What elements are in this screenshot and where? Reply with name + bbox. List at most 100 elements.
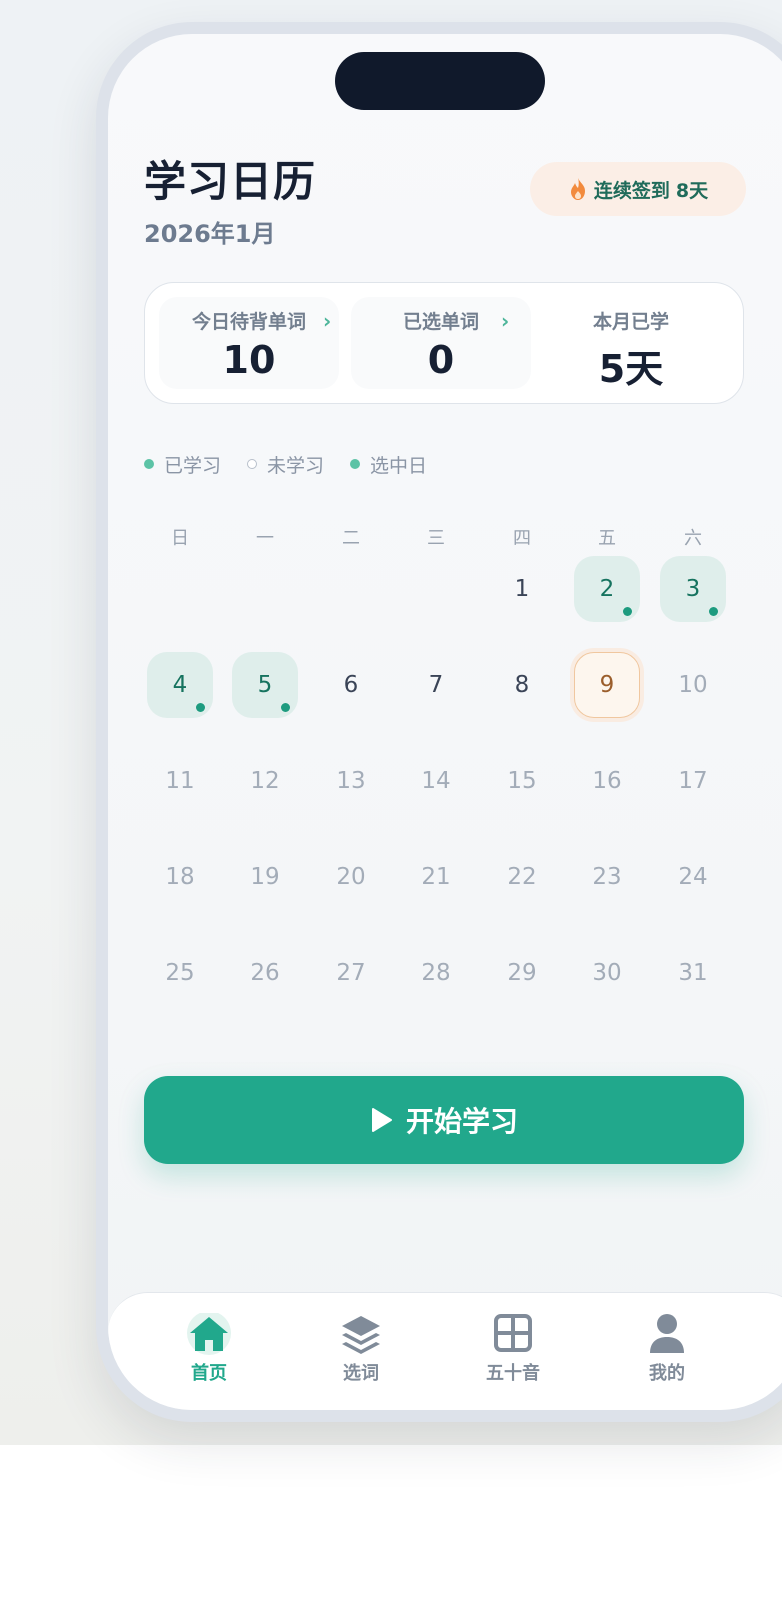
calendar-day-19[interactable]: 19 bbox=[232, 844, 298, 910]
calendar-day-22[interactable]: 22 bbox=[489, 844, 555, 910]
calendar-day-21[interactable]: 21 bbox=[403, 844, 469, 910]
calendar-day-24[interactable]: 24 bbox=[660, 844, 726, 910]
legend-label: 选中日 bbox=[370, 454, 428, 477]
day-number: 30 bbox=[592, 960, 622, 986]
tab-home[interactable]: 首页 bbox=[154, 1313, 264, 1385]
tab-label: 我的 bbox=[649, 1363, 685, 1384]
studied-dot-icon bbox=[196, 703, 205, 712]
page-title: 学习日历 bbox=[144, 157, 317, 206]
calendar-day-14[interactable]: 14 bbox=[403, 748, 469, 814]
calendar-day-10[interactable]: 10 bbox=[660, 652, 726, 718]
calendar-day-13[interactable]: 13 bbox=[318, 748, 384, 814]
phone-frame: 学习日历 2026年1月 连续签到 8天 今日待背单词 10 › 已选单词 0 … bbox=[96, 22, 782, 1422]
day-number: 20 bbox=[336, 864, 366, 890]
play-icon bbox=[371, 1108, 392, 1132]
tab-label: 五十音 bbox=[486, 1363, 540, 1384]
day-number: 13 bbox=[336, 768, 366, 794]
calendar-day-5[interactable]: 5 bbox=[232, 652, 298, 718]
weekday-label: 一 bbox=[256, 528, 274, 549]
calendar-day-11[interactable]: 11 bbox=[147, 748, 213, 814]
day-number: 1 bbox=[514, 576, 530, 602]
calendar-day-25[interactable]: 25 bbox=[147, 940, 213, 1006]
weekday-label: 五 bbox=[598, 528, 616, 549]
tab-profile[interactable]: 我的 bbox=[612, 1313, 722, 1385]
legend-studied: 已学习 bbox=[144, 451, 221, 478]
studied-dot-icon bbox=[623, 607, 632, 616]
day-number: 28 bbox=[421, 960, 451, 986]
calendar-day-16[interactable]: 16 bbox=[574, 748, 640, 814]
day-number: 23 bbox=[592, 864, 622, 890]
stat-value: 10 bbox=[222, 338, 276, 382]
calendar-day-2[interactable]: 2 bbox=[574, 556, 640, 622]
calendar-day-23[interactable]: 23 bbox=[574, 844, 640, 910]
legend-label: 未学习 bbox=[267, 454, 325, 477]
day-number: 29 bbox=[507, 960, 537, 986]
day-number: 22 bbox=[507, 864, 537, 890]
calendar-day-30[interactable]: 30 bbox=[574, 940, 640, 1006]
day-number: 21 bbox=[421, 864, 451, 890]
filled-dot-icon bbox=[350, 459, 361, 469]
stats-card: 今日待背单词 10 › 已选单词 0 › 本月已学 5天 bbox=[144, 282, 744, 404]
calendar-day-8[interactable]: 8 bbox=[489, 652, 555, 718]
flame-icon bbox=[570, 178, 585, 200]
calendar-day-29[interactable]: 29 bbox=[489, 940, 555, 1006]
calendar-day-3[interactable]: 3 bbox=[660, 556, 726, 622]
weekday-label: 四 bbox=[513, 528, 531, 549]
bottom-tab-bar: 首页 选词 五十音 我的 bbox=[108, 1292, 782, 1410]
day-number: 15 bbox=[507, 768, 537, 794]
day-number: 4 bbox=[172, 672, 188, 698]
calendar-day-31[interactable]: 31 bbox=[660, 940, 726, 1006]
streak-badge: 连续签到 8天 bbox=[530, 162, 746, 216]
day-number: 11 bbox=[165, 768, 195, 794]
start-study-button[interactable]: 开始学习 bbox=[144, 1076, 744, 1164]
calendar-day-20[interactable]: 20 bbox=[318, 844, 384, 910]
start-study-label: 开始学习 bbox=[405, 1105, 518, 1138]
day-number: 8 bbox=[514, 672, 530, 698]
stat-pending-words[interactable]: 今日待背单词 10 › bbox=[159, 297, 339, 389]
layers-icon bbox=[342, 1316, 380, 1354]
calendar-day-9[interactable]: 9 bbox=[574, 652, 640, 718]
user-icon bbox=[650, 1314, 684, 1353]
legend-selected: 选中日 bbox=[350, 451, 427, 478]
day-number: 16 bbox=[592, 768, 622, 794]
calendar-day-26[interactable]: 26 bbox=[232, 940, 298, 1006]
day-number: 27 bbox=[336, 960, 366, 986]
calendar-legend: 已学习 未学习 选中日 bbox=[144, 450, 453, 478]
day-number: 26 bbox=[250, 960, 280, 986]
day-number: 12 bbox=[250, 768, 280, 794]
tab-label: 首页 bbox=[191, 1363, 227, 1384]
chevron-right-icon: › bbox=[501, 309, 510, 333]
day-number: 24 bbox=[678, 864, 708, 890]
day-number: 5 bbox=[257, 672, 273, 698]
day-number: 7 bbox=[428, 672, 444, 698]
calendar-day-1[interactable]: 1 bbox=[489, 556, 555, 622]
chevron-right-icon: › bbox=[323, 309, 332, 333]
calendar-day-15[interactable]: 15 bbox=[489, 748, 555, 814]
weekday-label: 二 bbox=[342, 528, 360, 549]
stat-selected-words[interactable]: 已选单词 0 › bbox=[351, 297, 531, 389]
streak-value: 8天 bbox=[675, 179, 709, 202]
calendar-day-18[interactable]: 18 bbox=[147, 844, 213, 910]
hollow-dot-icon bbox=[247, 459, 258, 469]
streak-label: 连续签到 bbox=[593, 179, 670, 202]
day-number: 18 bbox=[165, 864, 195, 890]
day-number: 14 bbox=[421, 768, 451, 794]
calendar-day-6[interactable]: 6 bbox=[318, 652, 384, 718]
day-number: 3 bbox=[685, 576, 701, 602]
tab-words[interactable]: 选词 bbox=[306, 1313, 416, 1385]
legend-label: 已学习 bbox=[164, 454, 222, 477]
tab-kana[interactable]: 五十音 bbox=[458, 1313, 568, 1385]
calendar-day-27[interactable]: 27 bbox=[318, 940, 384, 1006]
calendar-day-12[interactable]: 12 bbox=[232, 748, 298, 814]
day-number: 17 bbox=[678, 768, 708, 794]
tab-label: 选词 bbox=[343, 1363, 379, 1384]
month-label: 2026年1月 bbox=[144, 220, 276, 248]
grid-icon bbox=[494, 1314, 532, 1352]
calendar-day-28[interactable]: 28 bbox=[403, 940, 469, 1006]
weekday-label: 六 bbox=[684, 528, 702, 549]
home-icon bbox=[187, 1313, 231, 1355]
calendar-day-7[interactable]: 7 bbox=[403, 652, 469, 718]
calendar-day-17[interactable]: 17 bbox=[660, 748, 726, 814]
stat-month-studied: 本月已学 5天 bbox=[541, 297, 721, 391]
calendar-day-4[interactable]: 4 bbox=[147, 652, 213, 718]
